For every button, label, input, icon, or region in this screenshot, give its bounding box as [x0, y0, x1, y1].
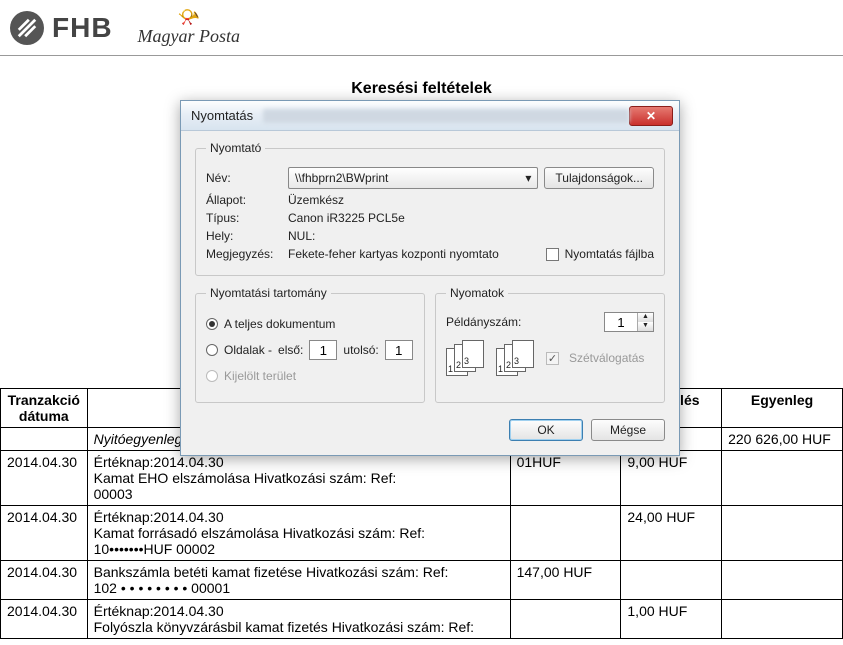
range-all-radio[interactable] [206, 318, 218, 330]
titlebar-blurred-text [263, 109, 629, 123]
range-selection-radio [206, 370, 218, 382]
spinner-down-icon[interactable]: ▼ [638, 322, 653, 331]
table-cell [722, 506, 843, 561]
table-cell [1, 428, 88, 451]
chevron-down-icon: ▾ [525, 171, 531, 185]
print-range-label: Nyomtatási tartomány [206, 286, 331, 300]
collate-label: Szétválogatás [569, 351, 644, 365]
dialog-title: Nyomtatás [191, 108, 253, 123]
table-row: 2014.04.30Értéknap:2014.04.30 Kamat EHO … [1, 451, 843, 506]
copies-input[interactable] [605, 313, 637, 331]
page-title: Keresési feltételek [0, 80, 843, 98]
table-row: 2014.04.30Értéknap:2014.04.30 Folyószla … [1, 600, 843, 639]
printer-select[interactable]: \\fhbprn2\BWprint ▾ [288, 167, 538, 189]
table-cell [510, 600, 621, 639]
close-button[interactable]: ✕ [629, 106, 673, 126]
ok-button[interactable]: OK [509, 419, 583, 441]
range-pages-radio[interactable] [206, 344, 218, 356]
range-first-input[interactable] [309, 340, 337, 360]
copies-group: Nyomatok Példányszám: ▲ ▼ 1 [435, 286, 665, 403]
table-cell [510, 506, 621, 561]
col-date: Tranzakció dátuma [1, 389, 88, 428]
fhb-logo: FHB [10, 11, 113, 45]
range-selection-label: Kijelölt terület [224, 369, 296, 383]
copies-label: Példányszám: [446, 315, 521, 329]
copies-spinner[interactable]: ▲ ▼ [604, 312, 654, 332]
table-cell [722, 561, 843, 600]
table-cell [621, 561, 722, 600]
table-cell: 2014.04.30 [1, 451, 88, 506]
type-label: Típus: [206, 211, 282, 225]
col-balance: Egyenleg [722, 389, 843, 428]
dialog-titlebar[interactable]: Nyomtatás ✕ [181, 101, 679, 131]
printer-name: \\fhbprn2\BWprint [295, 171, 388, 185]
range-last-input[interactable] [385, 340, 413, 360]
print-to-file-checkbox[interactable] [546, 248, 559, 261]
table-cell: 220 626,00 HUF [722, 428, 843, 451]
range-all-label: A teljes dokumentum [224, 317, 335, 331]
status-label: Állapot: [206, 193, 282, 207]
range-last-label: utolsó: [343, 343, 378, 357]
table-cell [722, 451, 843, 506]
table-cell: 1,00 HUF [621, 600, 722, 639]
horn-icon: 📯 [178, 8, 200, 26]
magyar-posta-logo: 📯 Magyar Posta [138, 8, 241, 47]
close-icon: ✕ [646, 109, 656, 123]
table-cell: Bankszámla betéti kamat fizetése Hivatko… [87, 561, 510, 600]
table-cell: 9,00 HUF [621, 451, 722, 506]
fhb-stripes-icon [10, 11, 44, 45]
copies-group-label: Nyomatok [446, 286, 508, 300]
comment-value: Fekete-feher kartyas kozponti nyomtato [288, 247, 499, 261]
comment-label: Megjegyzés: [206, 247, 282, 261]
table-cell: Értéknap:2014.04.30 Folyószla könyvzárás… [87, 600, 510, 639]
table-cell: 24,00 HUF [621, 506, 722, 561]
type-value: Canon iR3225 PCL5e [288, 211, 405, 225]
fhb-label: FHB [52, 12, 113, 44]
properties-button[interactable]: Tulajdonságok... [544, 167, 654, 189]
print-dialog: Nyomtatás ✕ Nyomtató Név: \\fhbprn2\BWpr… [180, 100, 680, 456]
table-cell: 2014.04.30 [1, 506, 88, 561]
table-cell: Értéknap:2014.04.30 Kamat EHO elszámolás… [87, 451, 510, 506]
printer-group-label: Nyomtató [206, 141, 265, 155]
cancel-button[interactable]: Mégse [591, 419, 665, 441]
table-cell: 147,00 HUF [510, 561, 621, 600]
name-label: Név: [206, 171, 282, 185]
collate-checkbox [546, 352, 559, 365]
spinner-up-icon[interactable]: ▲ [638, 313, 653, 322]
table-cell: 2014.04.30 [1, 561, 88, 600]
table-cell: Értéknap:2014.04.30 Kamat forrásadó elsz… [87, 506, 510, 561]
range-pages-label: Oldalak - [224, 343, 272, 357]
location-label: Hely: [206, 229, 282, 243]
table-cell: 2014.04.30 [1, 600, 88, 639]
magyar-posta-label: Magyar Posta [138, 26, 241, 47]
location-value: NUL: [288, 229, 315, 243]
table-row: 2014.04.30Értéknap:2014.04.30 Kamat forr… [1, 506, 843, 561]
table-cell [722, 600, 843, 639]
print-range-group: Nyomtatási tartomány A teljes dokumentum… [195, 286, 425, 403]
printer-group: Nyomtató Név: \\fhbprn2\BWprint ▾ Tulajd… [195, 141, 665, 276]
print-to-file-label: Nyomtatás fájlba [565, 247, 654, 261]
table-cell: 01HUF [510, 451, 621, 506]
range-first-label: első: [278, 343, 303, 357]
table-row: 2014.04.30Bankszámla betéti kamat fizeté… [1, 561, 843, 600]
collate-icon-2: 1 2 3 [496, 340, 536, 376]
status-value: Üzemkész [288, 193, 344, 207]
collate-icon-1: 1 2 3 [446, 340, 486, 376]
app-header: FHB 📯 Magyar Posta [0, 0, 843, 56]
